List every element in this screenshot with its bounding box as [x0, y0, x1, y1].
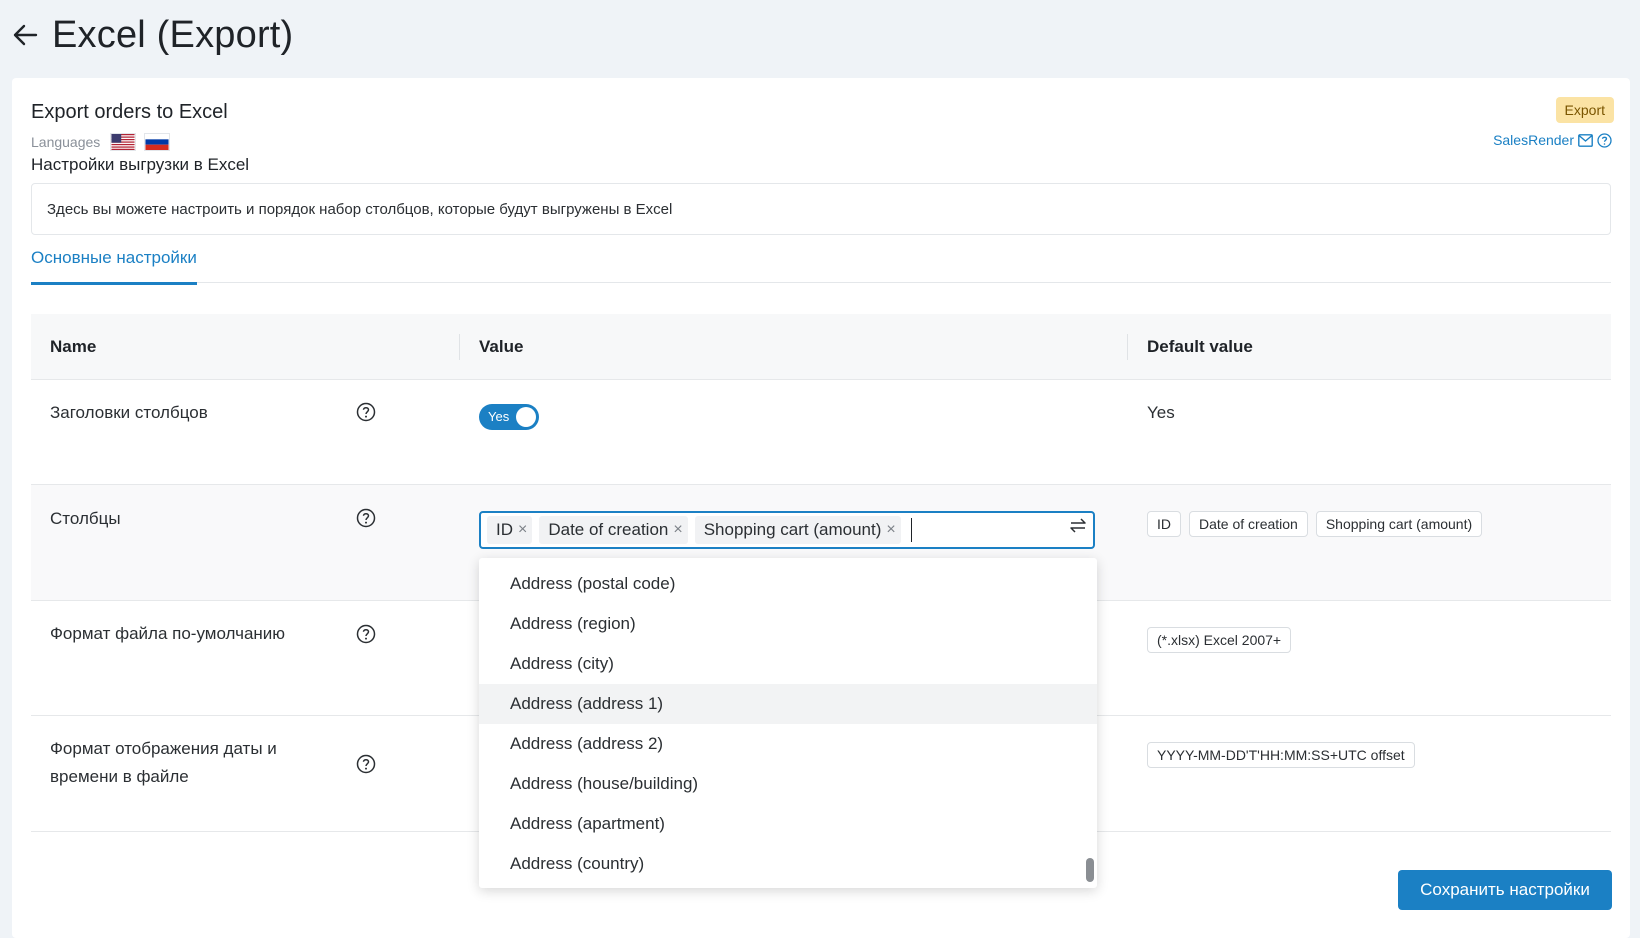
export-badge: Export — [1555, 97, 1614, 123]
salesrender-link[interactable]: SalesRender — [1493, 132, 1574, 148]
columns-dropdown: Address (postal code) Address (region) A… — [479, 558, 1097, 888]
row-name: Формат файла по-умолчанию — [50, 624, 286, 643]
default-tag: YYYY-MM-DD'T'HH:MM:SS+UTC offset — [1147, 742, 1415, 768]
us-flag-icon[interactable] — [110, 133, 137, 151]
help-icon[interactable] — [356, 754, 376, 774]
row-name: Столбцы — [50, 509, 121, 528]
languages-label: Languages — [31, 134, 101, 150]
top-bar: Excel (Export) — [0, 0, 1640, 76]
default-tag: (*.xlsx) Excel 2007+ — [1147, 627, 1292, 653]
chip-label: Date of creation — [548, 520, 669, 539]
section-title: Настройки выгрузки в Excel — [31, 155, 250, 174]
selected-chip: Shopping cart (amount) × — [694, 516, 901, 544]
row-name: Формат отображения даты и времени в файл… — [50, 735, 277, 791]
default-tag: Date of creation — [1189, 511, 1308, 537]
header-value: Value — [479, 337, 524, 356]
dropdown-option[interactable]: Address (country) — [479, 844, 1097, 884]
row-name-line: Формат отображения даты и — [50, 739, 277, 758]
dropdown-option[interactable]: Address (postal code) — [479, 564, 1097, 604]
back-arrow-icon[interactable] — [12, 22, 38, 48]
languages-row: Languages — [31, 131, 178, 153]
row-name-line: времени в файле — [50, 767, 189, 786]
ru-flag-icon[interactable] — [144, 133, 171, 151]
toggle-knob — [516, 407, 536, 427]
selected-chip: ID × — [487, 516, 533, 544]
column-headers-toggle[interactable]: Yes — [479, 404, 539, 430]
remove-chip-icon[interactable]: × — [886, 521, 895, 539]
mail-icon[interactable] — [1578, 133, 1593, 147]
default-value: Yes — [1147, 403, 1175, 422]
dropdown-option[interactable]: Address (apartment) — [479, 804, 1097, 844]
dropdown-scrollbar[interactable] — [1086, 858, 1094, 882]
default-tags: (*.xlsx) Excel 2007+ — [1147, 627, 1299, 653]
help-icon[interactable] — [356, 508, 376, 528]
page-title: Excel (Export) — [52, 14, 294, 56]
header-name: Name — [50, 337, 97, 356]
table-row: Заголовки столбцов Yes Yes — [31, 380, 1611, 485]
description-text: Здесь вы можете настроить и порядок набо… — [47, 200, 673, 218]
plugin-title: Export orders to Excel — [31, 101, 228, 123]
tabs-bar: Основные настройки — [31, 238, 1611, 285]
help-icon[interactable] — [356, 402, 376, 422]
table-header: Name Value Default value — [31, 314, 1611, 380]
selected-chip: Date of creation × — [539, 516, 688, 544]
dropdown-option[interactable]: Address (city) — [479, 644, 1097, 684]
header-divider — [459, 334, 460, 360]
columns-multiselect[interactable]: ID × Date of creation × Shopping cart (a… — [479, 511, 1095, 549]
header-divider — [1127, 334, 1128, 360]
dropdown-option[interactable]: Address (house/building) — [479, 764, 1097, 804]
default-tag: Shopping cart (amount) — [1315, 511, 1483, 537]
default-tags: ID Date of creation Shopping cart (amoun… — [1147, 511, 1490, 537]
toggle-label: Yes — [488, 409, 510, 424]
default-tags: YYYY-MM-DD'T'HH:MM:SS+UTC offset — [1147, 742, 1423, 768]
chip-label: Shopping cart (amount) — [703, 520, 882, 539]
swap-icon[interactable] — [1069, 517, 1087, 535]
dropdown-option[interactable]: Address (address 2) — [479, 724, 1097, 764]
remove-chip-icon[interactable]: × — [518, 521, 527, 539]
text-caret — [910, 518, 912, 542]
dropdown-option-highlighted[interactable]: Address (address 1) — [479, 684, 1097, 724]
row-name: Заголовки столбцов — [50, 403, 208, 422]
default-tag: ID — [1147, 511, 1181, 537]
header-default: Default value — [1147, 337, 1253, 356]
chip-label: ID — [496, 520, 513, 539]
dropdown-option[interactable]: Address (region) — [479, 604, 1097, 644]
save-settings-button[interactable]: Сохранить настройки — [1398, 870, 1612, 910]
brand-row: SalesRender — [1493, 132, 1612, 148]
remove-chip-icon[interactable]: × — [673, 521, 682, 539]
description-box: Здесь вы можете настроить и порядок набо… — [31, 183, 1611, 235]
help-circle-icon[interactable] — [1597, 132, 1612, 148]
tab-main-settings[interactable]: Основные настройки — [31, 248, 197, 285]
help-icon[interactable] — [356, 624, 376, 644]
